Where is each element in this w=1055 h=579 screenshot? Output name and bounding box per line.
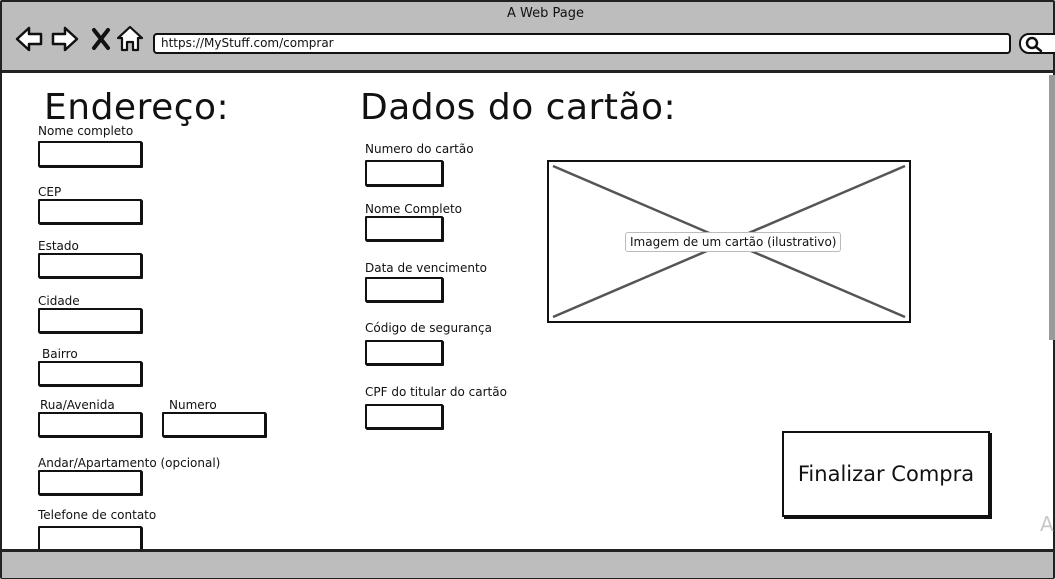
card-number-label: Numero do cartão: [365, 142, 474, 156]
city-label: Cidade: [38, 294, 80, 308]
search-icon: [1025, 36, 1043, 53]
street-label: Rua/Avenida: [40, 398, 115, 412]
finalize-purchase-button[interactable]: Finalizar Compra: [782, 431, 990, 517]
close-icon[interactable]: [86, 24, 116, 54]
number-input[interactable]: [162, 412, 266, 437]
card-full-name-label: Nome Completo: [365, 202, 462, 216]
card-image-caption: Imagem de um cartão (ilustrativo): [625, 232, 842, 252]
phone-label: Telefone de contato: [38, 508, 157, 522]
floor-apartment-label: Andar/Apartamento (opcional): [38, 456, 221, 470]
address-bar[interactable]: https://MyStuff.com/comprar: [153, 33, 1011, 54]
state-label: Estado: [38, 239, 79, 253]
security-code-label: Código de segurança: [365, 321, 492, 335]
state-input[interactable]: [38, 253, 142, 278]
floor-apartment-input[interactable]: [38, 470, 142, 495]
expiry-label: Data de vencimento: [365, 261, 488, 275]
address-heading: Endereço:: [44, 87, 230, 128]
home-icon[interactable]: [115, 24, 145, 54]
full-name-label: Nome completo: [38, 124, 134, 138]
number-label: Numero: [169, 398, 217, 412]
cpf-label: CPF do titular do cartão: [365, 385, 507, 399]
back-arrow-icon[interactable]: [14, 24, 44, 54]
security-code-input[interactable]: [365, 340, 443, 365]
cep-label: CEP: [38, 185, 62, 199]
browser-toolbar: A Web Page https://MyStuff.com/comprar: [2, 2, 1055, 73]
card-heading: Dados do cartão:: [360, 87, 677, 128]
expiry-input[interactable]: [365, 277, 443, 302]
vertical-scrollbar[interactable]: [1049, 75, 1055, 340]
neighborhood-label: Bairro: [42, 347, 78, 361]
status-bar: [2, 549, 1053, 578]
forward-arrow-icon[interactable]: [50, 24, 80, 54]
card-number-input[interactable]: [365, 160, 443, 186]
street-input[interactable]: [38, 412, 142, 437]
phone-input[interactable]: [38, 526, 142, 551]
watermark: A: [1040, 512, 1054, 536]
full-name-input[interactable]: [38, 141, 142, 167]
search-field[interactable]: [1019, 33, 1055, 54]
card-full-name-input[interactable]: [365, 216, 443, 241]
cpf-input[interactable]: [365, 404, 443, 429]
cep-input[interactable]: [38, 199, 142, 224]
city-input[interactable]: [38, 308, 142, 333]
window-title: A Web Page: [507, 6, 584, 21]
neighborhood-input[interactable]: [38, 361, 142, 386]
